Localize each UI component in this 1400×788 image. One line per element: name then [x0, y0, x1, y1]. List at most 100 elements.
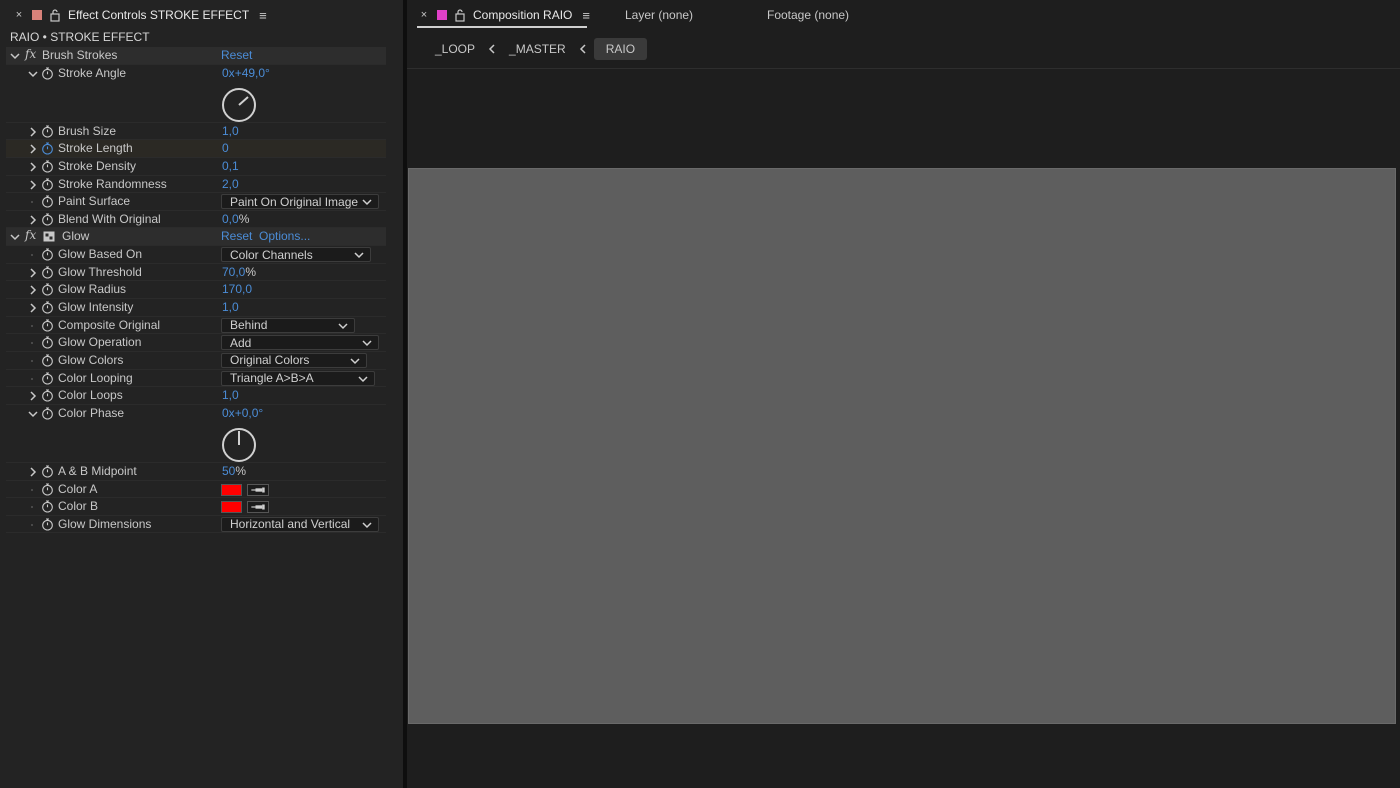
- stopwatch-icon[interactable]: [41, 195, 54, 208]
- angle-dial[interactable]: [221, 427, 257, 463]
- angle-dial[interactable]: [221, 87, 257, 123]
- stopwatch-icon[interactable]: [41, 407, 54, 420]
- stopwatch-icon[interactable]: [41, 125, 54, 138]
- property-label: Composite Original: [58, 317, 161, 332]
- property-value[interactable]: 2,0: [222, 177, 239, 191]
- property-value[interactable]: 1,0: [222, 124, 239, 138]
- chevron-down-icon: [362, 522, 372, 528]
- chevron-down-icon[interactable]: [10, 50, 20, 62]
- stopwatch-icon[interactable]: [41, 465, 54, 478]
- eyedropper-icon[interactable]: [247, 501, 269, 514]
- effect-controls-tab[interactable]: × Effect Controls STROKE EFFECT ≡: [12, 0, 267, 30]
- property-value[interactable]: 170,0: [222, 282, 252, 296]
- property-color-looping: Color Looping Triangle A>B>A: [6, 370, 386, 388]
- chevron-right-icon[interactable]: [28, 302, 38, 314]
- chevron-right-icon[interactable]: [28, 390, 38, 402]
- breadcrumb-loop[interactable]: _LOOP: [435, 42, 475, 56]
- chevron-down-icon[interactable]: [28, 408, 38, 420]
- stopwatch-icon[interactable]: [41, 301, 54, 314]
- glow-based-on-dropdown[interactable]: Color Channels: [221, 247, 371, 263]
- reset-link[interactable]: Reset: [221, 48, 252, 62]
- panel-menu-icon[interactable]: ≡: [582, 8, 590, 23]
- stopwatch-icon[interactable]: [41, 518, 54, 531]
- stopwatch-icon[interactable]: [41, 213, 54, 226]
- stopwatch-icon[interactable]: [41, 178, 54, 191]
- stopwatch-icon[interactable]: [41, 500, 54, 513]
- property-color-a: Color A: [6, 481, 386, 499]
- property-glow-operation: Glow Operation Add: [6, 334, 386, 352]
- angle-value[interactable]: 0x+49,0°: [222, 66, 270, 80]
- angle-value[interactable]: 0x+0,0°: [222, 406, 263, 420]
- chevron-right-icon[interactable]: [28, 161, 38, 173]
- eyedropper-icon[interactable]: [247, 483, 269, 496]
- property-color-b: Color B: [6, 498, 386, 516]
- glow-operation-dropdown[interactable]: Add: [221, 335, 379, 351]
- property-value[interactable]: 50%: [222, 464, 246, 478]
- lock-icon[interactable]: [48, 8, 62, 22]
- stopwatch-icon[interactable]: [41, 283, 54, 296]
- chevron-right-icon[interactable]: [28, 179, 38, 191]
- property-label: Glow Intensity: [58, 300, 134, 315]
- property-value[interactable]: 0,1: [222, 159, 239, 173]
- property-value[interactable]: 1,0: [222, 300, 239, 314]
- glow-dimensions-dropdown[interactable]: Horizontal and Vertical: [221, 516, 379, 532]
- chevron-right-icon[interactable]: [28, 267, 38, 279]
- stopwatch-icon[interactable]: [41, 372, 54, 385]
- property-value[interactable]: 0: [222, 141, 229, 155]
- stopwatch-icon[interactable]: [41, 336, 54, 349]
- stopwatch-icon[interactable]: [41, 482, 54, 496]
- paint-surface-dropdown[interactable]: Paint On Original Image: [221, 194, 379, 210]
- property-glow-threshold: Glow Threshold 70,0%: [6, 264, 386, 282]
- chevron-right-icon[interactable]: [28, 214, 38, 226]
- property-label: Color B: [58, 499, 99, 514]
- effect-name: Glow: [62, 229, 90, 244]
- chevron-right-icon[interactable]: [28, 126, 38, 138]
- close-icon[interactable]: ×: [12, 9, 26, 21]
- property-color-loops: Color Loops 1,0: [6, 387, 386, 405]
- stopwatch-icon[interactable]: [41, 266, 54, 279]
- chevron-down-icon[interactable]: [28, 68, 38, 80]
- layer-effect-header: RAIO • STROKE EFFECT: [10, 30, 150, 44]
- stopwatch-icon[interactable]: [41, 319, 54, 332]
- reset-link[interactable]: Reset: [221, 229, 252, 243]
- fx-icon[interactable]: fx: [25, 228, 36, 242]
- composition-canvas[interactable]: [408, 168, 1396, 724]
- breadcrumb-master[interactable]: _MASTER: [509, 42, 566, 56]
- breadcrumb-raio[interactable]: RAIO: [593, 38, 648, 60]
- chevron-right-icon[interactable]: [28, 466, 38, 478]
- color-looping-dropdown[interactable]: Triangle A>B>A: [221, 370, 375, 386]
- tab-footage[interactable]: Footage (none): [767, 8, 849, 22]
- close-icon[interactable]: ×: [417, 9, 431, 21]
- panel-menu-icon[interactable]: ≡: [259, 8, 267, 23]
- bullet: [31, 523, 33, 526]
- fx-icon[interactable]: fx: [25, 47, 36, 61]
- tab-layer[interactable]: Layer (none): [625, 8, 693, 22]
- property-stroke-randomness: Stroke Randomness 2,0: [6, 176, 386, 194]
- chevron-down-icon: [338, 323, 348, 329]
- stopwatch-icon[interactable]: [41, 67, 54, 80]
- active-tab-indicator: [417, 26, 587, 28]
- property-value[interactable]: 70,0%: [222, 265, 256, 279]
- options-link[interactable]: Options...: [259, 229, 310, 243]
- property-glow-based-on: Glow Based On Color Channels: [6, 246, 386, 264]
- stopwatch-icon[interactable]: [41, 248, 54, 261]
- property-label: Glow Threshold: [58, 264, 142, 279]
- property-value[interactable]: 0,0%: [222, 212, 249, 226]
- header-divider: [407, 68, 1400, 69]
- lock-icon[interactable]: [453, 8, 467, 22]
- chevron-right-icon[interactable]: [28, 143, 38, 155]
- stopwatch-icon[interactable]: [41, 142, 54, 155]
- property-value[interactable]: 1,0: [222, 388, 239, 402]
- composite-original-dropdown[interactable]: Behind: [221, 317, 355, 333]
- glow-colors-dropdown[interactable]: Original Colors: [221, 352, 367, 368]
- effect-section-brush-strokes[interactable]: fx Brush Strokes Reset: [6, 47, 386, 65]
- stopwatch-icon[interactable]: [41, 160, 54, 173]
- stopwatch-icon[interactable]: [41, 389, 54, 402]
- color-a-swatch[interactable]: [221, 483, 242, 496]
- effect-section-glow[interactable]: fx Glow Reset Options...: [6, 228, 386, 247]
- color-b-swatch[interactable]: [221, 501, 242, 514]
- stopwatch-icon[interactable]: [41, 354, 54, 367]
- chevron-right-icon[interactable]: [28, 284, 38, 296]
- property-label: Color Loops: [58, 388, 123, 403]
- chevron-down-icon[interactable]: [10, 231, 20, 243]
